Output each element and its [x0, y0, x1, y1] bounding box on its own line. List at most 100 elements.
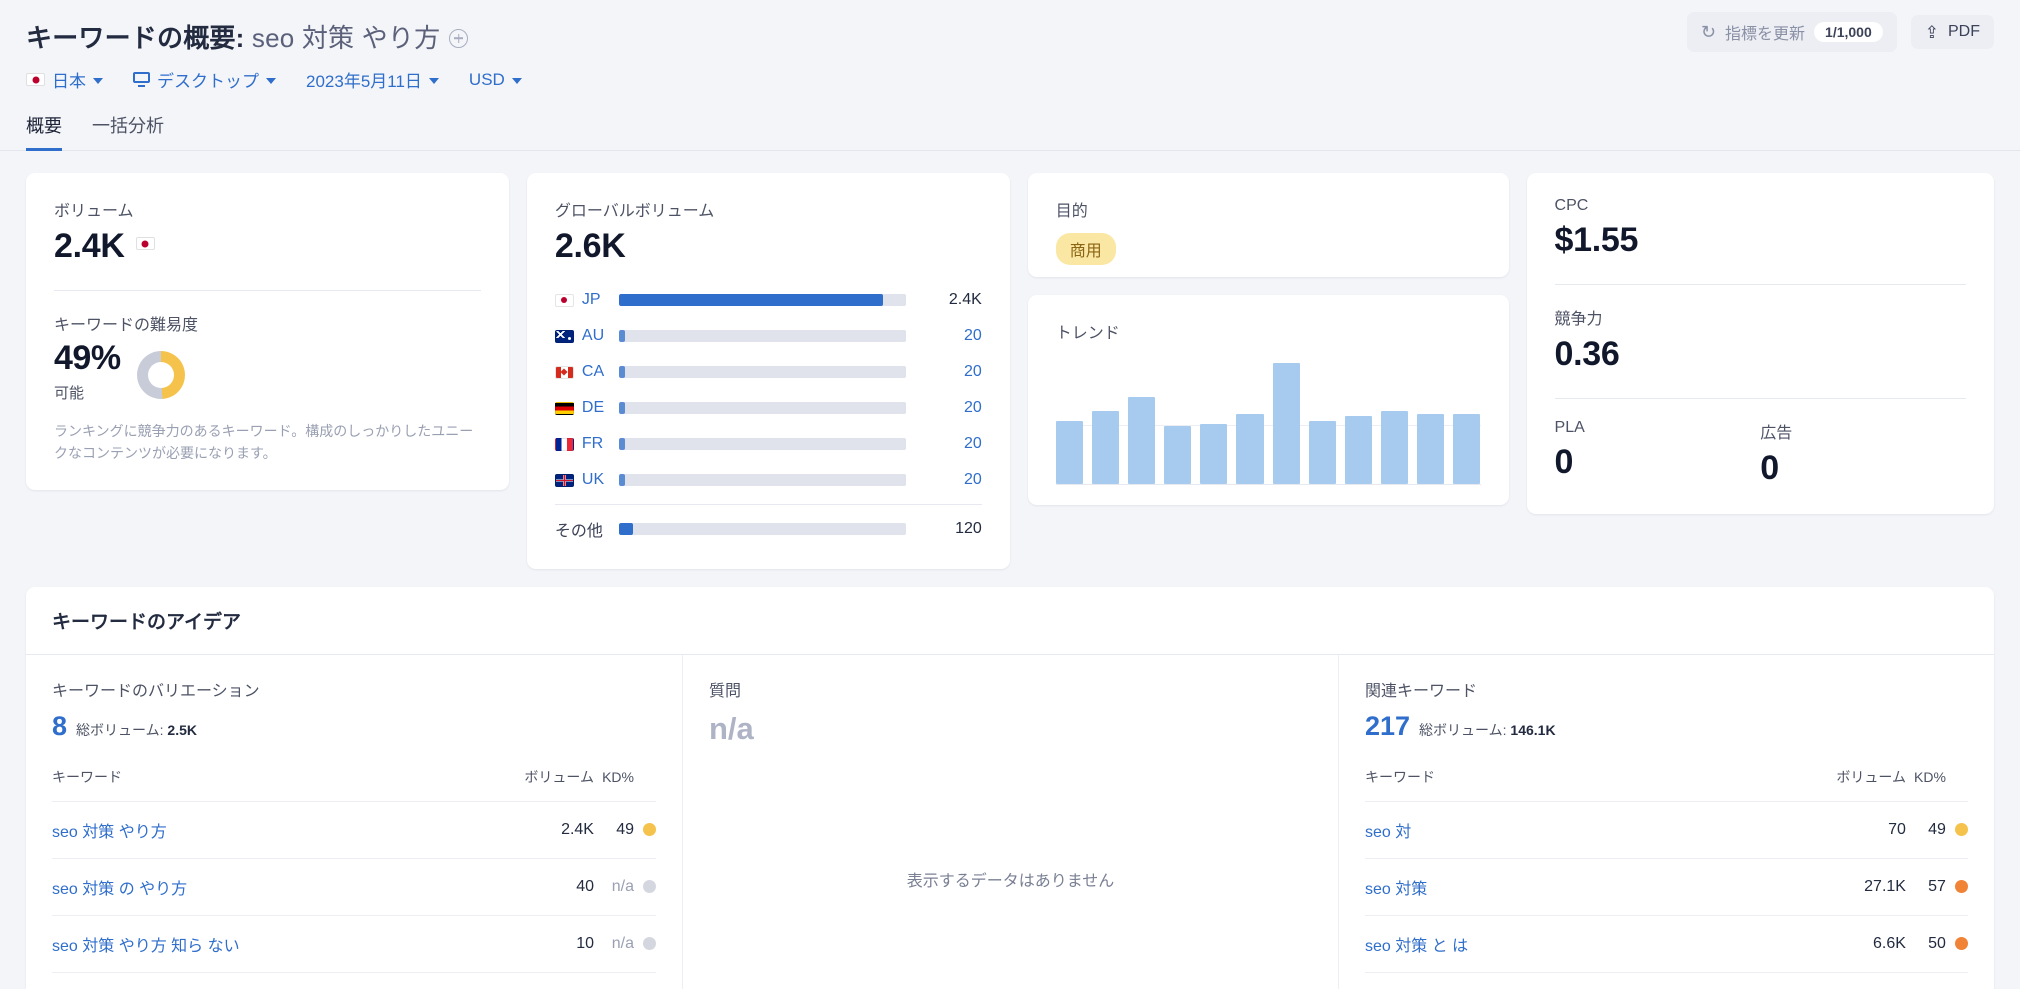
country-code: FR [582, 435, 603, 453]
kd-indicator-dot [1955, 823, 1968, 836]
au-flag-icon [555, 330, 574, 343]
variations-total-label: 総ボリューム: [76, 722, 163, 738]
country-volume-value[interactable]: 20 [916, 471, 982, 489]
kd-indicator-dot [643, 823, 656, 836]
competition-value: 0.36 [1555, 335, 1967, 374]
country-link[interactable]: UK [555, 471, 609, 489]
trend-bar [1092, 411, 1119, 484]
filter-currency[interactable]: USD [469, 70, 522, 90]
country-link[interactable]: AU [555, 327, 609, 345]
tab-overview[interactable]: 概要 [26, 112, 62, 150]
variations-count[interactable]: 8 [52, 711, 67, 742]
trend-bar [1164, 426, 1191, 484]
table-row: seo 対策 やり方2.4K49 [52, 801, 656, 858]
keyword-link[interactable]: seo 対策 方法 [1365, 972, 1814, 989]
variations-column: キーワードのバリエーション 8 総ボリューム: 2.5K キーワードボリュームK… [26, 655, 682, 989]
chevron-down-icon [266, 78, 276, 84]
keyword-ideas-body: キーワードのバリエーション 8 総ボリューム: 2.5K キーワードボリュームK… [26, 655, 1994, 989]
country-volume-value[interactable]: 20 [916, 363, 982, 381]
keyword-link[interactable]: seo 対策 やり方 知ら ない [52, 915, 502, 972]
filter-country-label: 日本 [52, 67, 86, 92]
column-header-volume: ボリューム [1814, 768, 1906, 801]
other-volume-row: その他120 [555, 511, 982, 547]
page-title-prefix: キーワードの概要: [26, 23, 244, 53]
trend-bar [1453, 414, 1480, 484]
keyword-kd: n/a [594, 915, 656, 972]
keyword-link[interactable]: seo 対策 アーク hd やり方 [52, 972, 502, 989]
trend-bar [1345, 416, 1372, 484]
country-volume-value[interactable]: 20 [916, 327, 982, 345]
volume-value: 2.4K [54, 227, 125, 266]
country-code: CA [582, 363, 604, 381]
divider [1555, 398, 1967, 399]
kd-description: ランキングに競争力のあるキーワード。構成のしっかりしたユニークなコンテンツが必要… [54, 421, 481, 464]
tab-bulk-analysis[interactable]: 一括分析 [92, 112, 164, 150]
country-link[interactable]: JP [555, 291, 609, 309]
related-column: 関連キーワード 217 総ボリューム: 146.1K キーワードボリュームKD%… [1338, 655, 1994, 989]
keyword-volume: 40 [502, 858, 594, 915]
filter-device[interactable]: デスクトップ [133, 67, 276, 92]
jp-flag-icon [136, 237, 155, 250]
country-volume-row: AU 20 [555, 318, 982, 354]
questions-column: 質問 n/a 表示するデータはありません [682, 655, 1338, 989]
country-link[interactable]: DE [555, 399, 609, 417]
filter-country[interactable]: 日本 [26, 67, 103, 92]
country-link[interactable]: CA [555, 363, 609, 381]
cpc-label: CPC [1555, 197, 1967, 215]
keyword-volume: 2.4K [502, 801, 594, 858]
other-label: その他 [555, 517, 609, 541]
ads-label: 広告 [1760, 419, 1966, 443]
refresh-metrics-button[interactable]: ↻ 指標を更新 1/1,000 [1687, 12, 1897, 52]
questions-count: n/a [709, 711, 1312, 747]
keyword-kd: 50 [1906, 915, 1968, 972]
table-row: seo 対策 やり方 知ら ない10n/a [52, 915, 656, 972]
keyword-link[interactable]: seo 対策 やり方 [52, 801, 502, 858]
questions-empty-message: 表示するデータはありません [709, 747, 1312, 891]
country-link[interactable]: FR [555, 435, 609, 453]
country-code: DE [582, 399, 604, 417]
keyword-link[interactable]: seo 対 [1365, 801, 1814, 858]
pla-label: PLA [1555, 419, 1761, 437]
add-keyword-icon[interactable] [449, 29, 468, 48]
keyword-link[interactable]: seo 対策 の やり方 [52, 858, 502, 915]
filter-device-label: デスクトップ [157, 67, 259, 92]
keyword-ideas-title: キーワードのアイデア [26, 587, 1994, 655]
country-volume-bar [619, 438, 906, 450]
table-row: seo 対策27.1K57 [1365, 858, 1968, 915]
kd-status: 可能 [54, 382, 121, 403]
keyword-link[interactable]: seo 対策 と は [1365, 915, 1814, 972]
pdf-export-button[interactable]: ⇪ PDF [1911, 15, 1994, 49]
country-volume-value: 2.4K [916, 291, 982, 309]
country-volume-value[interactable]: 20 [916, 399, 982, 417]
filter-date[interactable]: 2023年5月11日 [306, 67, 439, 92]
fr-flag-icon [555, 438, 574, 451]
global-volume-label: グローバルボリューム [555, 197, 982, 221]
global-volume-value: 2.6K [555, 227, 982, 266]
cpc-card: CPC $1.55 競争力 0.36 PLA 0 広告 0 [1527, 173, 1995, 514]
table-row: seo 対策 の やり方40n/a [52, 858, 656, 915]
related-count[interactable]: 217 [1365, 711, 1410, 742]
page-title-keyword: seo 対策 やり方 [252, 23, 440, 53]
trend-bar [1200, 424, 1227, 485]
global-volume-card: グローバルボリューム 2.6K JP2.4KAU20CA20DE20FR20UK… [527, 173, 1010, 569]
trend-bar [1273, 363, 1300, 484]
refresh-quota-badge: 1/1,000 [1814, 22, 1883, 42]
chevron-down-icon [93, 78, 103, 84]
country-volume-bar [619, 402, 906, 414]
kd-value: 49% [54, 339, 121, 378]
country-volume-row: DE 20 [555, 390, 982, 426]
divider [555, 504, 982, 505]
keyword-kd: n/a [594, 858, 656, 915]
country-code: AU [582, 327, 604, 345]
country-volume-value[interactable]: 20 [916, 435, 982, 453]
country-volume-row: UK 20 [555, 462, 982, 498]
country-volume-row: CA 20 [555, 354, 982, 390]
pla-block: PLA 0 [1555, 419, 1761, 488]
kd-indicator-dot [643, 880, 656, 893]
table-row: seo 対策 方法21044 [1365, 972, 1968, 989]
country-volume-row: JP 2.4K [555, 282, 982, 318]
keyword-link[interactable]: seo 対策 [1365, 858, 1814, 915]
variations-table: キーワードボリュームKD%seo 対策 やり方2.4K49seo 対策 の やり… [52, 768, 656, 989]
pla-ads-row: PLA 0 広告 0 [1555, 419, 1967, 488]
divider [54, 290, 481, 291]
